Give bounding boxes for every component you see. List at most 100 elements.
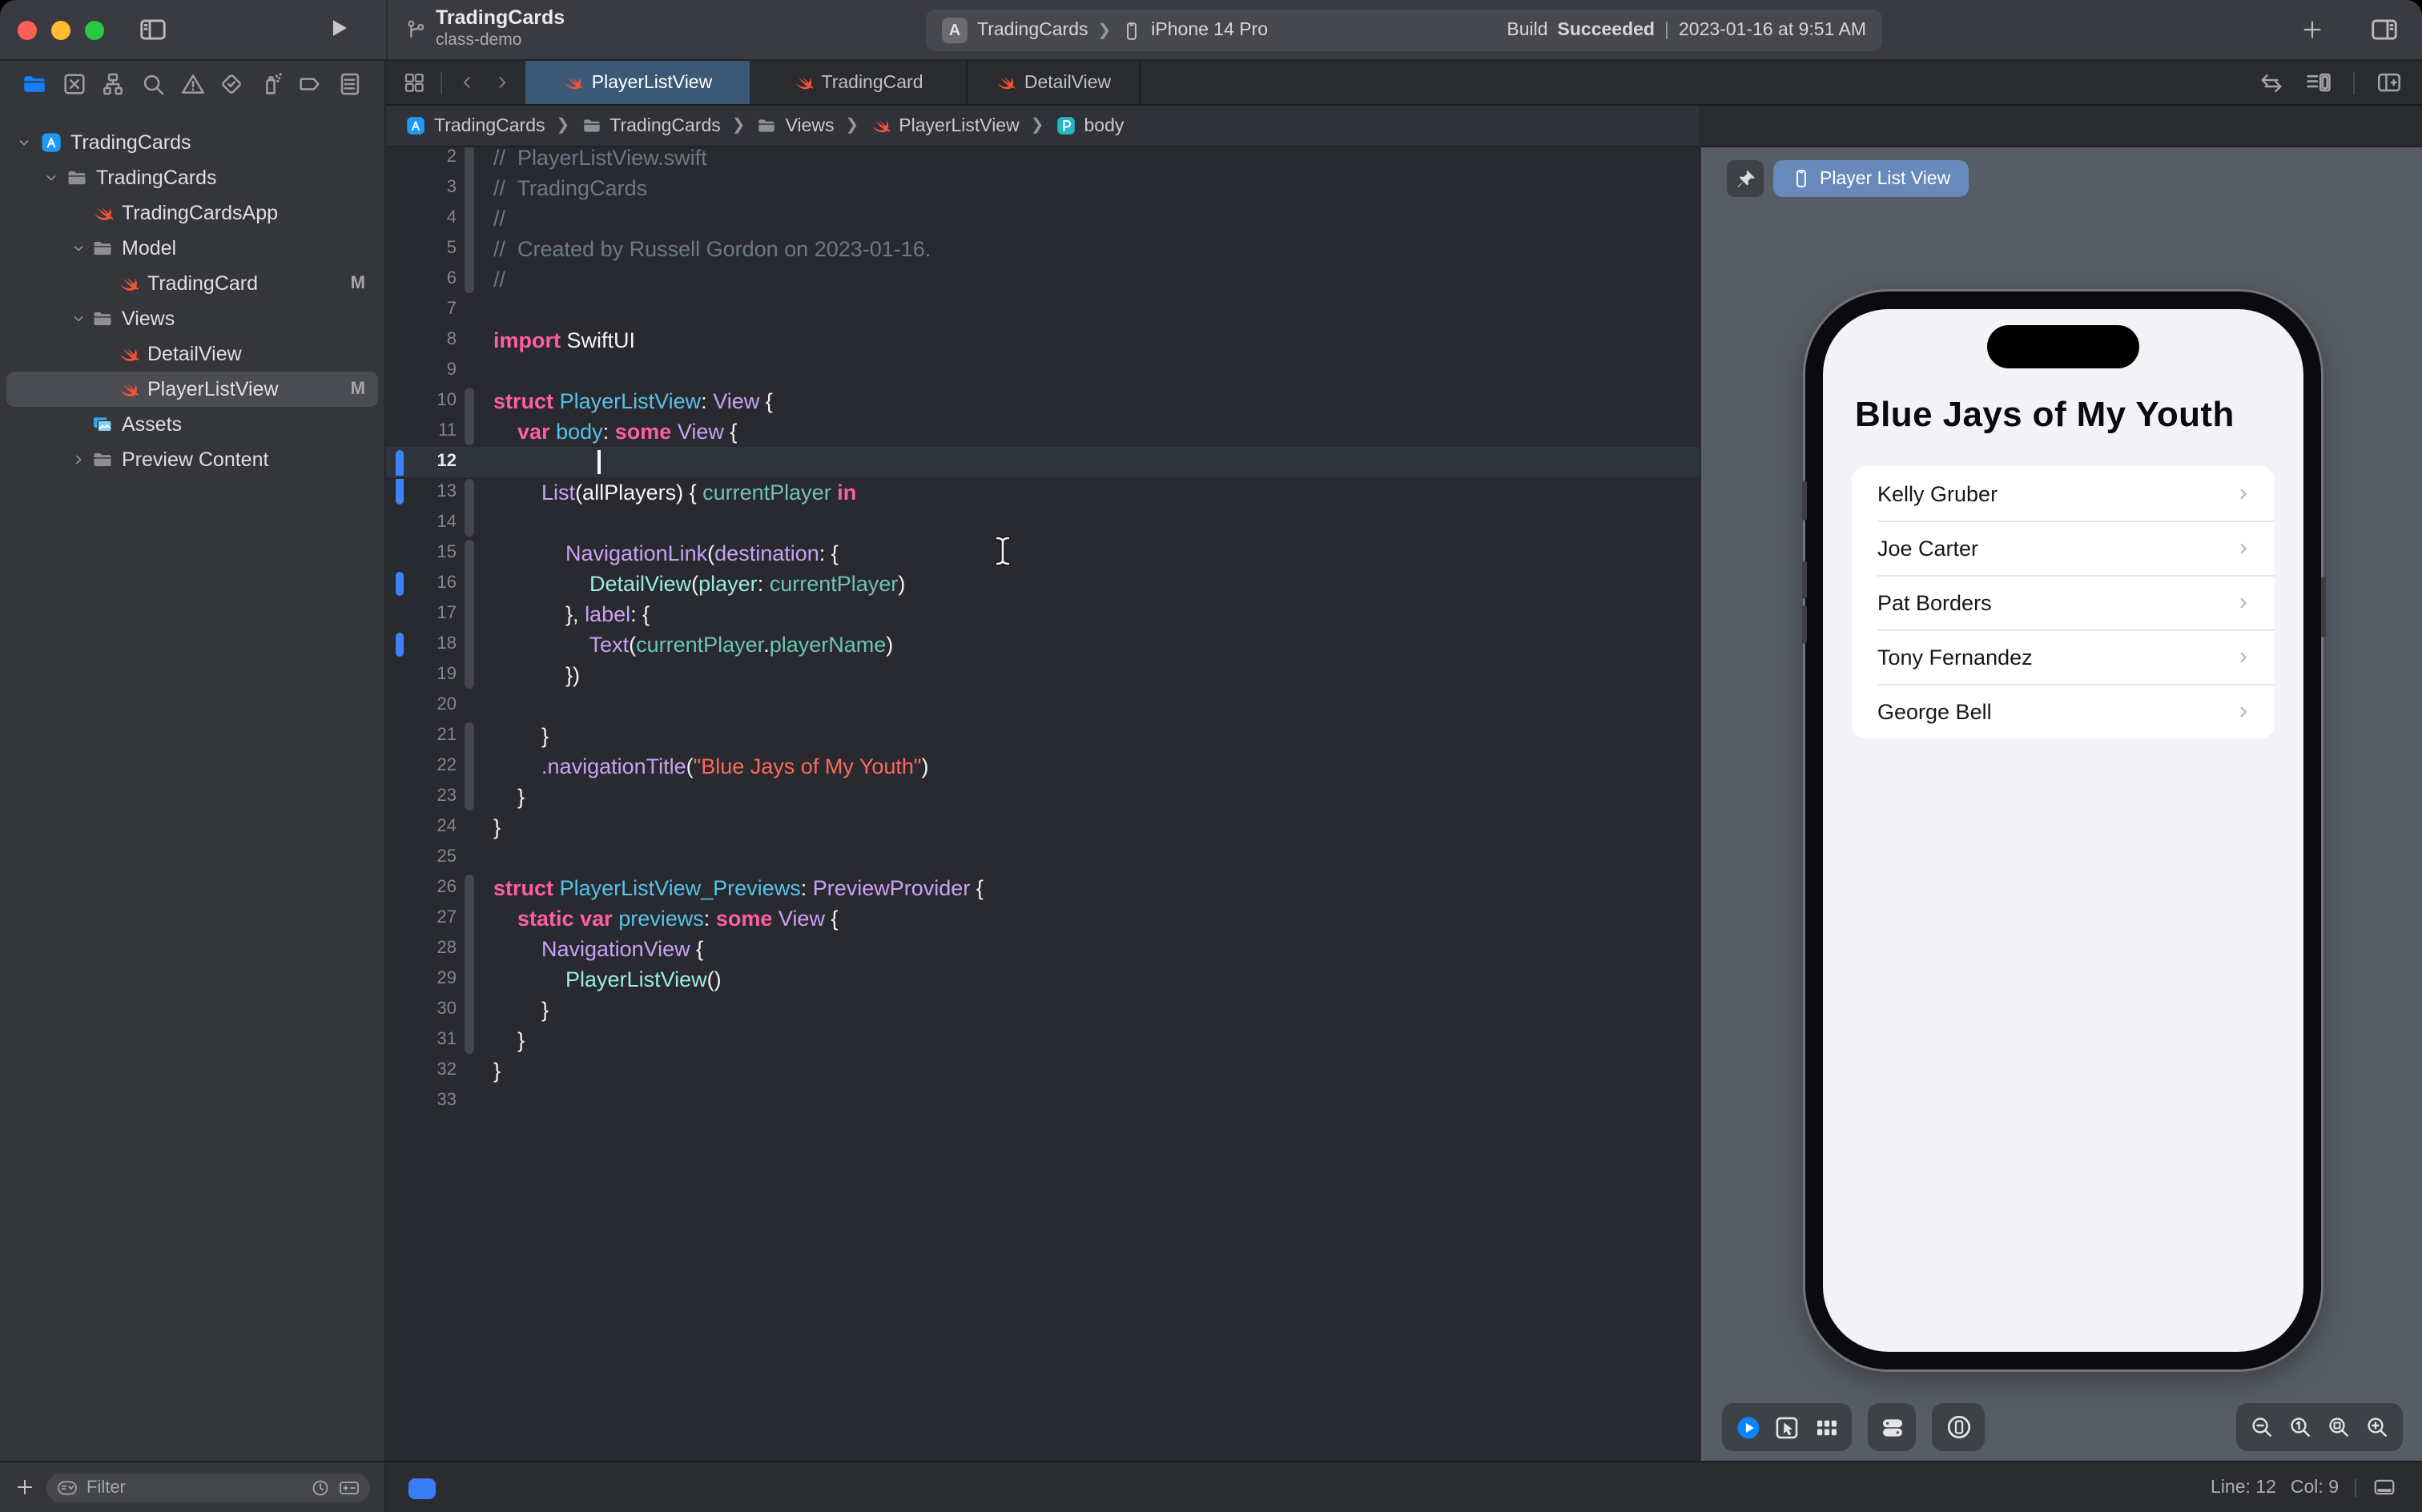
minimize-window-button[interactable] <box>51 21 70 40</box>
magminus-icon[interactable] <box>2249 1414 2275 1440</box>
fold-ribbon[interactable] <box>465 234 474 264</box>
toggles-icon[interactable] <box>1878 1413 1905 1441</box>
sidebar-item-model[interactable]: Model <box>0 231 384 266</box>
sidebar-item-detailview[interactable]: DetailView <box>0 336 384 372</box>
magfit-icon[interactable] <box>2326 1414 2352 1440</box>
go-back-icon[interactable] <box>457 72 477 93</box>
keyboard-icon[interactable] <box>2372 1475 2396 1499</box>
project-navigator-icon[interactable] <box>21 70 48 97</box>
player-row-pat-borders[interactable]: Pat Borders <box>1852 575 2275 629</box>
tab-playerlistview[interactable]: PlayerListView <box>525 61 750 104</box>
code-line-10[interactable]: 10 struct PlayerListView: View { <box>386 386 1700 416</box>
sidebar-item-tradingcard[interactable]: TradingCard M <box>0 266 384 301</box>
player-row-joe-carter[interactable]: Joe Carter <box>1852 521 2275 575</box>
playblue-icon[interactable] <box>1734 1413 1761 1441</box>
breadcrumb-body[interactable]: body <box>1056 115 1124 136</box>
code-line-9[interactable]: 9 <box>386 356 1700 386</box>
fold-ribbon[interactable] <box>465 964 474 995</box>
fold-ribbon[interactable] <box>465 540 474 569</box>
breadcrumb-views[interactable]: Views <box>757 115 835 136</box>
code-line-15[interactable]: 15 NavigationLink(destination: { <box>386 538 1700 569</box>
tab-tradingcard[interactable]: TradingCard <box>750 61 968 104</box>
sidebar-item-tradingcards[interactable]: TradingCards <box>0 125 384 160</box>
code-line-27[interactable]: 27 static var previews: some View { <box>386 903 1700 934</box>
recent-files-clock-icon[interactable] <box>311 1478 330 1497</box>
sidebar-item-preview-content[interactable]: Preview Content <box>0 442 384 477</box>
zoom-window-button[interactable] <box>85 21 104 40</box>
fold-ribbon[interactable] <box>465 203 474 234</box>
source-editor[interactable]: 2 // PlayerListView.swift 3 // TradingCards… <box>386 147 1700 1461</box>
code-line-31[interactable]: 31 } <box>386 1025 1700 1056</box>
fold-ribbon[interactable] <box>465 264 474 293</box>
fold-ribbon[interactable] <box>465 599 474 629</box>
code-line-30[interactable]: 30 } <box>386 995 1700 1025</box>
disclosure-open-icon[interactable] <box>70 240 86 256</box>
devicecircle-icon[interactable] <box>1944 1413 1973 1442</box>
fold-ribbon[interactable] <box>465 388 474 416</box>
fold-ribbon[interactable] <box>465 903 474 934</box>
add-item-icon[interactable] <box>2300 14 2324 45</box>
code-line-17[interactable]: 17 }, label: { <box>386 599 1700 629</box>
fold-ribbon[interactable] <box>465 751 474 782</box>
code-line-21[interactable]: 21 } <box>386 721 1700 751</box>
disclosure-closed-icon[interactable] <box>70 452 86 468</box>
grid6-icon[interactable] <box>1812 1413 1840 1441</box>
source-control-navigator-icon[interactable] <box>60 70 87 97</box>
activity-viewer[interactable]: A TradingCards ❯ iPhone 14 Pro Build Suc… <box>926 10 1882 51</box>
fold-ribbon[interactable] <box>465 1025 474 1054</box>
preview-on-device-button[interactable] <box>1932 1403 1985 1451</box>
sidebar-item-views[interactable]: Views <box>0 301 384 336</box>
related-items-icon[interactable] <box>402 70 426 94</box>
sidebar-item-tradingcards[interactable]: TradingCards <box>0 160 384 195</box>
breakpoint-navigator-icon[interactable] <box>297 70 324 97</box>
close-window-button[interactable] <box>18 21 37 40</box>
filter-scope-icon[interactable] <box>338 1476 360 1498</box>
fold-ribbon[interactable] <box>465 569 474 599</box>
sidebar-item-tradingcardsapp[interactable]: TradingCardsApp <box>0 195 384 231</box>
fold-ribbon[interactable] <box>465 479 474 508</box>
toggle-navigator-icon[interactable] <box>138 14 168 45</box>
code-line-7[interactable]: 7 <box>386 295 1700 325</box>
breadcrumb-tradingcards[interactable]: TradingCards <box>405 115 545 136</box>
player-row-kelly-gruber[interactable]: Kelly Gruber <box>1852 466 2275 521</box>
navigator-filter-field[interactable]: Filter <box>46 1473 370 1502</box>
code-line-14[interactable]: 14 <box>386 508 1700 538</box>
run-button[interactable] <box>325 14 352 42</box>
code-line-22[interactable]: 22 .navigationTitle("Blue Jays of My You… <box>386 751 1700 782</box>
adjust-editor-options-icon[interactable] <box>2305 69 2332 96</box>
symbol-navigator-icon[interactable] <box>100 70 127 97</box>
scheme-name[interactable]: TradingCards <box>977 21 1088 40</box>
run-destination[interactable]: iPhone 14 Pro <box>1151 21 1268 40</box>
issue-navigator-icon[interactable] <box>179 70 206 97</box>
code-line-16[interactable]: 16 DetailView(player: currentPlayer) <box>386 569 1700 599</box>
fold-ribbon[interactable] <box>465 173 474 203</box>
code-line-11[interactable]: 11 var body: some View { <box>386 416 1700 447</box>
code-line-3[interactable]: 3 // TradingCards <box>386 173 1700 203</box>
player-row-george-bell[interactable]: George Bell <box>1852 684 2275 738</box>
code-line-6[interactable]: 6 // <box>386 264 1700 295</box>
disclosure-open-icon[interactable] <box>70 311 86 327</box>
code-line-23[interactable]: 23 } <box>386 782 1700 812</box>
debug-navigator-icon[interactable] <box>258 70 285 97</box>
fold-ribbon[interactable] <box>465 416 474 445</box>
code-line-32[interactable]: 32} <box>386 1056 1700 1086</box>
sidebar-item-assets[interactable]: Assets <box>0 407 384 442</box>
code-line-8[interactable]: 8 import SwiftUI <box>386 325 1700 356</box>
go-forward-icon[interactable] <box>492 72 513 93</box>
code-line-25[interactable]: 25 <box>386 842 1700 873</box>
mag1-icon[interactable] <box>2287 1414 2313 1440</box>
code-line-19[interactable]: 19 }) <box>386 660 1700 690</box>
fold-ribbon[interactable] <box>465 629 474 660</box>
fold-ribbon[interactable] <box>465 875 474 903</box>
breadcrumb-playerlistview[interactable]: PlayerListView <box>870 115 1020 136</box>
code-line-33[interactable]: 33 <box>386 1086 1700 1116</box>
report-navigator-icon[interactable] <box>336 70 364 97</box>
fold-ribbon[interactable] <box>465 934 474 964</box>
sidebar-item-playerlistview[interactable]: PlayerListView M <box>0 372 384 407</box>
fold-ribbon[interactable] <box>465 660 474 689</box>
fold-ribbon[interactable] <box>465 722 474 751</box>
code-line-26[interactable]: 26 struct PlayerListView_Previews: Previe… <box>386 873 1700 903</box>
scheme-selector[interactable]: A TradingCards ❯ iPhone 14 Pro <box>942 18 1268 43</box>
jump-bar[interactable]: TradingCards ❯ TradingCards ❯ Views ❯ PlayerLi… <box>386 106 1700 147</box>
preview-device-pill[interactable]: Player List View <box>1773 160 1969 197</box>
